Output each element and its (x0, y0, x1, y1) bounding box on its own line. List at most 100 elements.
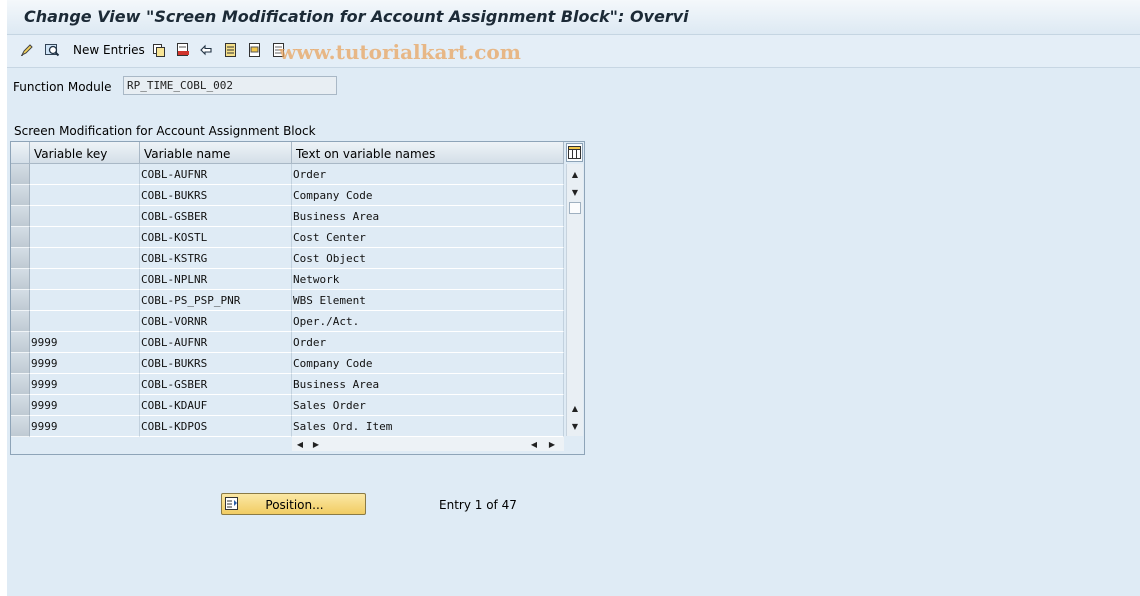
delete-icon[interactable] (175, 42, 191, 58)
table-row[interactable]: COBL-PS_PSP_PNR WBS Element (11, 290, 564, 311)
table-settings-icon[interactable] (566, 143, 583, 162)
cell-variable-name[interactable]: COBL-VORNR (140, 311, 292, 332)
cell-variable-name[interactable]: COBL-AUFNR (140, 164, 292, 185)
cell-variable-name[interactable]: COBL-GSBER (140, 206, 292, 227)
row-selector[interactable] (11, 269, 30, 290)
cell-variable-name[interactable]: COBL-PS_PSP_PNR (140, 290, 292, 311)
cell-text[interactable]: WBS Element (292, 290, 564, 311)
cell-variable-name[interactable]: COBL-KDAUF (140, 395, 292, 416)
cell-variable-key[interactable]: 9999 (30, 416, 140, 437)
table-row[interactable]: COBL-NPLNR Network (11, 269, 564, 290)
cell-text[interactable]: Sales Ord. Item (292, 416, 564, 437)
cell-variable-key[interactable] (30, 248, 140, 269)
cell-variable-key[interactable]: 9999 (30, 395, 140, 416)
row-selector[interactable] (11, 164, 30, 185)
scroll-page-down-icon[interactable]: ▼ (567, 418, 583, 434)
cell-variable-name[interactable]: COBL-NPLNR (140, 269, 292, 290)
table-row[interactable]: 9999 COBL-AUFNR Order (11, 332, 564, 353)
cell-text[interactable]: Cost Object (292, 248, 564, 269)
function-module-label: Function Module (13, 80, 112, 94)
cell-text[interactable]: Oper./Act. (292, 311, 564, 332)
select-block-icon[interactable] (247, 42, 263, 58)
row-selector[interactable] (11, 311, 30, 332)
table-row[interactable]: COBL-VORNR Oper./Act. (11, 311, 564, 332)
table-header-row: Variable key Variable name Text on varia… (11, 142, 564, 164)
cell-text[interactable]: Business Area (292, 206, 564, 227)
cell-variable-name[interactable]: COBL-KDPOS (140, 416, 292, 437)
column-header-variable-key[interactable]: Variable key (30, 142, 140, 164)
entry-counter: Entry 1 of 47 (439, 498, 517, 512)
table-row[interactable]: COBL-BUKRS Company Code (11, 185, 564, 206)
cell-variable-key[interactable] (30, 269, 140, 290)
cell-text[interactable]: Network (292, 269, 564, 290)
scroll-right-end-icon[interactable]: ▶ (546, 437, 558, 451)
cell-text[interactable]: Company Code (292, 185, 564, 206)
new-entries-button[interactable]: New Entries (73, 43, 145, 57)
cell-variable-key[interactable] (30, 206, 140, 227)
select-all-icon[interactable] (223, 42, 239, 58)
select-all-rows-button[interactable] (11, 142, 30, 164)
horizontal-scrollbar[interactable]: ◀ ▶ ◀ ▶ (292, 437, 564, 451)
column-header-variable-name[interactable]: Variable name (140, 142, 292, 164)
row-selector[interactable] (11, 227, 30, 248)
scroll-thumb[interactable] (569, 202, 581, 214)
cell-variable-key[interactable] (30, 185, 140, 206)
position-button-label: Position... (265, 498, 324, 512)
cell-variable-key[interactable] (30, 290, 140, 311)
cell-variable-name[interactable]: COBL-AUFNR (140, 332, 292, 353)
copy-icon[interactable] (151, 42, 167, 58)
table-row[interactable]: 9999 COBL-BUKRS Company Code (11, 353, 564, 374)
scroll-down-icon[interactable]: ▼ (567, 184, 583, 200)
row-selector[interactable] (11, 206, 30, 227)
cell-variable-key[interactable]: 9999 (30, 374, 140, 395)
table-row[interactable]: COBL-KOSTL Cost Center (11, 227, 564, 248)
column-header-text[interactable]: Text on variable names (292, 142, 564, 164)
cell-variable-key[interactable] (30, 311, 140, 332)
cell-text[interactable]: Order (292, 332, 564, 353)
row-selector[interactable] (11, 353, 30, 374)
title-bar: Change View "Screen Modification for Acc… (7, 0, 1140, 35)
row-selector[interactable] (11, 185, 30, 206)
cell-text[interactable]: Company Code (292, 353, 564, 374)
scroll-up-icon[interactable]: ▲ (567, 166, 583, 182)
table-row[interactable]: 9999 COBL-KDAUF Sales Order (11, 395, 564, 416)
table-row[interactable]: 9999 COBL-KDPOS Sales Ord. Item (11, 416, 564, 437)
cell-variable-key[interactable] (30, 164, 140, 185)
cell-text[interactable]: Business Area (292, 374, 564, 395)
row-selector[interactable] (11, 332, 30, 353)
position-button[interactable]: Position... (221, 493, 366, 515)
cell-variable-key[interactable] (30, 227, 140, 248)
cell-text[interactable]: Sales Order (292, 395, 564, 416)
table-title: Screen Modification for Account Assignme… (14, 124, 316, 138)
scroll-left-icon[interactable]: ◀ (294, 437, 306, 451)
scroll-right-icon[interactable]: ▶ (310, 437, 322, 451)
cell-variable-name[interactable]: COBL-BUKRS (140, 185, 292, 206)
vertical-scrollbar[interactable]: ▲ ▼ ▲ ▼ (566, 164, 583, 436)
row-selector[interactable] (11, 290, 30, 311)
application-toolbar: New Entries www.tutorialkart.com (7, 35, 1140, 68)
cell-variable-name[interactable]: COBL-KSTRG (140, 248, 292, 269)
row-selector[interactable] (11, 416, 30, 437)
row-selector[interactable] (11, 374, 30, 395)
undo-icon[interactable] (199, 42, 215, 58)
table-row[interactable]: COBL-KSTRG Cost Object (11, 248, 564, 269)
cell-variable-name[interactable]: COBL-GSBER (140, 374, 292, 395)
watermark-text: www.tutorialkart.com (279, 40, 521, 64)
cell-text[interactable]: Cost Center (292, 227, 564, 248)
row-selector[interactable] (11, 395, 30, 416)
edit-pencil-icon[interactable] (19, 42, 35, 58)
function-module-field[interactable]: RP_TIME_COBL_002 (123, 76, 337, 95)
table-row[interactable]: COBL-GSBER Business Area (11, 206, 564, 227)
row-selector[interactable] (11, 248, 30, 269)
scroll-page-up-icon[interactable]: ▲ (567, 400, 583, 416)
scroll-left-end-icon[interactable]: ◀ (528, 437, 540, 451)
display-icon[interactable] (44, 42, 60, 58)
cell-variable-key[interactable]: 9999 (30, 353, 140, 374)
cell-text[interactable]: Order (292, 164, 564, 185)
cell-variable-name[interactable]: COBL-BUKRS (140, 353, 292, 374)
table-row[interactable]: COBL-AUFNR Order (11, 164, 564, 185)
page-title: Change View "Screen Modification for Acc… (24, 7, 689, 26)
cell-variable-name[interactable]: COBL-KOSTL (140, 227, 292, 248)
cell-variable-key[interactable]: 9999 (30, 332, 140, 353)
table-row[interactable]: 9999 COBL-GSBER Business Area (11, 374, 564, 395)
